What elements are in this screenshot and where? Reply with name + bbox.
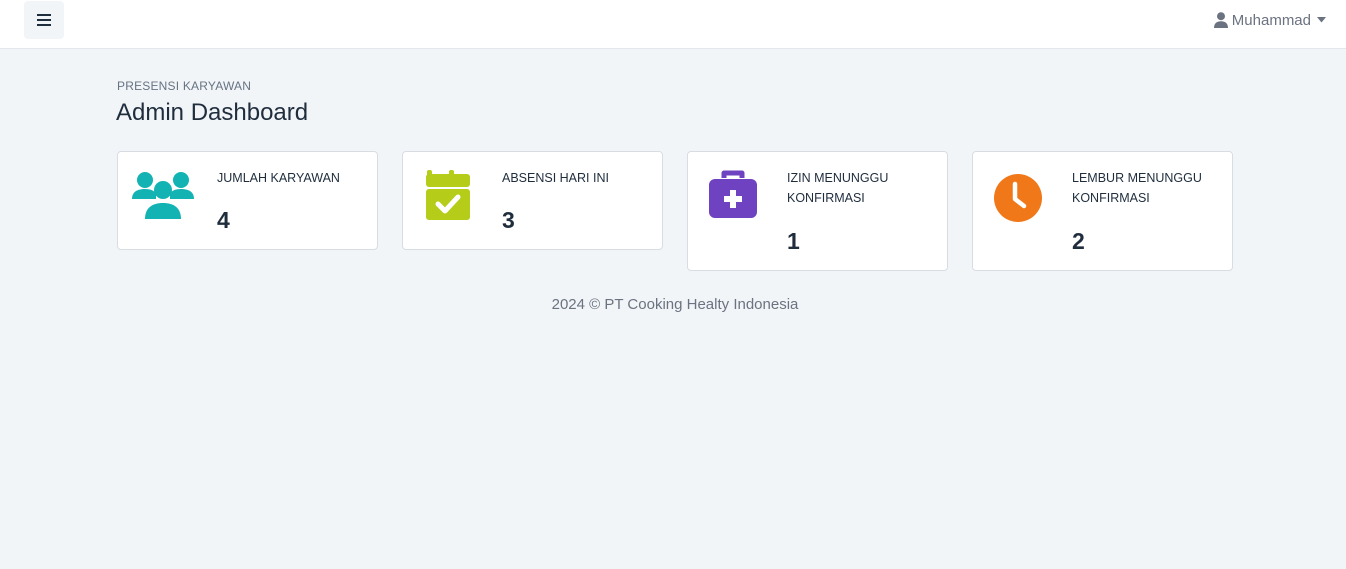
medical-kit-icon [709,170,757,218]
sidebar-toggle-button[interactable] [24,1,64,39]
users-icon [132,172,194,219]
stat-value: 4 [217,207,230,233]
stat-card-izin-menunggu-konfirmasi: IZIN MENUNGGU KONFIRMASI 1 [687,151,948,271]
stat-value: 1 [787,228,800,254]
user-icon [1213,12,1228,28]
stat-label: JUMLAH KARYAWAN [217,171,340,185]
stat-value: 3 [502,207,515,233]
page-pretitle: PRESENSI KARYAWAN [117,79,252,93]
clock-icon [994,174,1042,222]
calendar-check-icon [426,170,470,220]
user-menu[interactable]: Muhammad [1213,10,1326,30]
page-title: Admin Dashboard [116,99,309,126]
stat-label: LEMBUR MENUNGGU KONFIRMASI [1072,171,1202,205]
stat-value: 2 [1072,228,1085,254]
stat-card-lembur-menunggu-konfirmasi: LEMBUR MENUNGGU KONFIRMASI 2 [972,151,1233,271]
stat-card-jumlah-karyawan: JUMLAH KARYAWAN 4 [117,151,378,250]
stat-label: ABSENSI HARI INI [502,171,609,185]
stat-card-absensi-hari-ini: ABSENSI HARI INI 3 [402,151,663,250]
footer-copyright: 2024 © PT Cooking Healty Indonesia [551,296,799,313]
caret-down-icon [1317,17,1326,23]
user-name: Muhammad [1231,11,1311,29]
hamburger-icon [37,14,51,26]
topbar: Muhammad [0,0,1346,49]
stat-label: IZIN MENUNGGU KONFIRMASI [787,171,889,205]
